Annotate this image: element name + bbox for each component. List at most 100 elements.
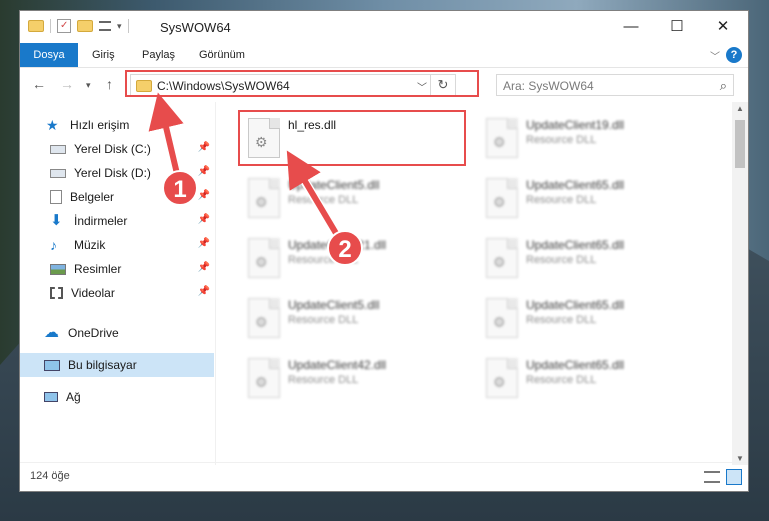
sidebar-item-label: İndirmeler	[74, 214, 128, 228]
file-item[interactable]: ⚙ UpdateClient19.dll Resource DLL	[478, 112, 712, 170]
sidebar-item-pictures[interactable]: Resimler 📌	[20, 257, 214, 281]
help-icon[interactable]: ?	[726, 47, 742, 63]
dll-file-icon: ⚙	[248, 298, 280, 338]
up-arrow-icon[interactable]: ↑	[106, 76, 113, 92]
close-button[interactable]: ✕	[700, 11, 746, 41]
sidebar-item-videos[interactable]: Videolar 📌	[20, 281, 214, 305]
recent-locations-icon[interactable]: ▾	[86, 80, 91, 91]
drive-icon	[50, 168, 66, 178]
chevron-down-icon[interactable]: ▾	[117, 21, 122, 32]
file-type: Resource DLL	[288, 194, 359, 206]
computer-icon	[44, 359, 60, 371]
minimize-button[interactable]: —	[608, 11, 654, 41]
file-highlight	[238, 110, 466, 166]
file-item[interactable]: ⚙ UpdateClient65.dll Resource DLL	[478, 172, 712, 230]
gear-icon: ⚙	[255, 194, 268, 210]
pin-icon[interactable]: 📌	[198, 238, 210, 249]
file-type: Resource DLL	[526, 194, 597, 206]
forward-arrow-icon[interactable]: →	[60, 76, 74, 92]
file-item[interactable]: ⚙ UpdateClient65.dll Resource DLL	[478, 232, 712, 290]
gear-icon: ⚙	[493, 314, 506, 330]
file-type: Resource DLL	[526, 314, 597, 326]
network-icon	[44, 392, 58, 402]
pin-icon[interactable]: 📌	[198, 190, 210, 201]
search-input[interactable]: Ara: SysWOW64 ⌕	[496, 74, 734, 96]
tab-paylas[interactable]: Paylaş	[140, 43, 177, 67]
file-name: UpdateClient42.dll	[288, 358, 387, 372]
back-arrow-icon[interactable]: ←	[32, 76, 46, 92]
sidebar-item-this-pc[interactable]: Bu bilgisayar	[20, 353, 214, 377]
window-title: SysWOW64	[160, 20, 231, 35]
tab-gorunum[interactable]: Görünüm	[197, 43, 247, 67]
drive-icon	[50, 144, 66, 154]
file-item[interactable]: ⚙ UpdateClient5.dll Resource DLL	[240, 172, 474, 230]
file-type: Resource DLL	[526, 374, 597, 386]
step-2-badge: 2	[327, 230, 363, 266]
expand-ribbon-icon[interactable]: ﹀	[710, 48, 720, 63]
dll-file-icon: ⚙	[486, 298, 518, 338]
sidebar-item-drive-c[interactable]: Yerel Disk (C:) 📌	[20, 137, 214, 161]
file-item[interactable]: ⚙ UpdateClient65.dll Resource DLL	[478, 292, 712, 350]
file-name: UpdateClient19.dll	[526, 118, 625, 132]
pin-icon[interactable]: 📌	[198, 262, 210, 273]
gear-icon: ⚙	[493, 374, 506, 390]
file-type: Resource DLL	[288, 374, 359, 386]
file-name: UpdateClient65.dll	[526, 238, 625, 252]
sidebar-item-label: Videolar	[71, 286, 115, 300]
address-bar-highlight	[125, 70, 479, 97]
quick-access-toolbar: ✓ ▾	[28, 19, 129, 33]
file-name: UpdateClient5.dll	[288, 298, 380, 312]
file-item[interactable]: ⚙ UpdateClient42.dll Resource DLL	[240, 352, 474, 410]
sidebar-item-network[interactable]: Ağ	[20, 385, 214, 409]
sidebar-item-downloads[interactable]: ⬇ İndirmeler 📌	[20, 209, 214, 233]
sidebar-item-label: Yerel Disk (C:)	[74, 142, 151, 156]
vertical-scrollbar[interactable]: ▲ ▼	[732, 102, 748, 465]
documents-icon	[50, 190, 62, 204]
tab-dosya[interactable]: Dosya	[20, 43, 78, 67]
file-type: Resource DLL	[526, 254, 597, 266]
pin-icon[interactable]: 📌	[198, 166, 210, 177]
dll-file-icon: ⚙	[486, 118, 518, 158]
file-name: UpdateClient5.dll	[288, 178, 380, 192]
navigation-pane: ★ Hızlı erişim Yerel Disk (C:) 📌 Yerel D…	[20, 102, 214, 465]
toolbar-separator	[127, 19, 129, 33]
sidebar-item-label: OneDrive	[68, 326, 119, 340]
gear-icon: ⚙	[493, 194, 506, 210]
gear-icon: ⚙	[255, 374, 268, 390]
new-folder-icon[interactable]	[77, 20, 93, 32]
videos-icon	[50, 287, 63, 299]
music-icon: ♪	[50, 237, 57, 253]
sidebar-item-music[interactable]: ♪ Müzik 📌	[20, 233, 214, 257]
pin-icon[interactable]: 📌	[198, 214, 210, 225]
details-view-icon[interactable]	[704, 471, 720, 483]
search-placeholder: Ara: SysWOW64	[503, 79, 594, 93]
sidebar-item-quick-access[interactable]: ★ Hızlı erişim	[20, 113, 214, 137]
large-icons-view-icon[interactable]	[726, 469, 742, 485]
file-item[interactable]: ⚙ UpdateClient5.dll Resource DLL	[240, 292, 474, 350]
maximize-button[interactable]: ☐	[654, 11, 700, 41]
sidebar-item-label: Hızlı erişim	[70, 118, 130, 132]
pin-icon[interactable]: 📌	[198, 286, 210, 297]
dll-file-icon: ⚙	[248, 238, 280, 278]
file-item[interactable]: ⚙ UpdateClient65.dll Resource DLL	[478, 352, 712, 410]
step-1-badge: 1	[162, 170, 198, 206]
pin-icon[interactable]: 📌	[198, 142, 210, 153]
customize-toolbar-icon[interactable]	[99, 21, 111, 31]
sidebar-item-label: Belgeler	[70, 190, 115, 204]
file-name: UpdateClient65.dll	[526, 298, 625, 312]
properties-icon[interactable]: ✓	[57, 19, 71, 33]
status-bar: 124 öğe	[20, 462, 748, 491]
scroll-up-icon[interactable]: ▲	[732, 104, 748, 113]
tab-giris[interactable]: Giriş	[90, 43, 117, 67]
sidebar-item-label: Resimler	[74, 262, 122, 276]
sidebar-item-label: Yerel Disk (D:)	[74, 166, 151, 180]
scroll-thumb[interactable]	[735, 120, 745, 168]
file-type: Resource DLL	[288, 314, 359, 326]
gear-icon: ⚙	[255, 254, 268, 270]
folder-icon[interactable]	[28, 20, 44, 32]
dll-file-icon: ⚙	[486, 178, 518, 218]
search-icon[interactable]: ⌕	[720, 78, 727, 94]
sidebar-item-onedrive[interactable]: ☁ OneDrive	[20, 321, 214, 345]
pictures-icon	[50, 263, 66, 275]
file-name: UpdateClient65.dll	[526, 358, 625, 372]
